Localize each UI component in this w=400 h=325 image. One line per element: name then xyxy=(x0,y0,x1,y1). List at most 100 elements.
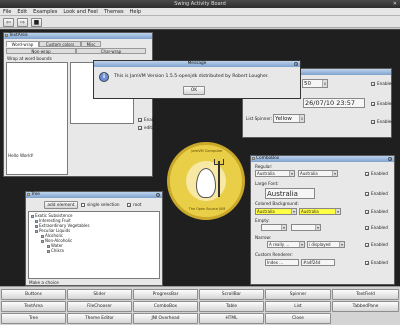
menu-edit[interactable]: Edit xyxy=(14,8,30,16)
narrow-combo-2[interactable]: i displayed ▾ xyxy=(307,241,345,248)
theme-editor-button[interactable]: Theme Editor xyxy=(67,313,132,324)
add-element-button[interactable]: add element xyxy=(44,201,78,209)
regular-combo-1[interactable]: Australia ▾ xyxy=(255,170,295,177)
forward-button[interactable]: ⇨ xyxy=(17,18,28,27)
chevron-down-icon[interactable]: ▾ xyxy=(315,225,320,230)
menu-help[interactable]: Help xyxy=(127,8,144,16)
single-selection-checkbox[interactable] xyxy=(81,203,85,207)
close-button[interactable]: Close xyxy=(265,313,331,324)
tree-node[interactable]: Chikra xyxy=(47,248,64,253)
filechooser-button[interactable]: FileChooser xyxy=(67,301,132,312)
ok-button[interactable]: OK xyxy=(183,86,205,95)
enabled-checkbox[interactable]: ✓ xyxy=(365,261,369,266)
textarea-button[interactable]: TextArea xyxy=(1,301,66,312)
enabled-checkbox[interactable]: ✓ xyxy=(365,172,369,177)
window-title-bar[interactable]: Tree × xyxy=(26,192,162,198)
enabled-checkbox[interactable]: ✓ xyxy=(365,226,369,231)
back-button[interactable]: ⇦ xyxy=(3,18,14,27)
root-checkbox[interactable]: ✓ xyxy=(127,203,131,208)
regular-combo-2[interactable]: Australia ▾ xyxy=(298,170,338,177)
enabled-checkbox[interactable]: ✓ xyxy=(138,118,142,123)
tabbedpane-button[interactable]: TabbedPane xyxy=(332,301,399,312)
combobox-button[interactable]: ComboBox xyxy=(133,301,198,312)
jamvm-logo: JamVM Computer The Open Source JVM xyxy=(167,142,245,220)
window-title: TextArea xyxy=(9,33,28,38)
window-title-bar[interactable]: ComboBox × xyxy=(251,156,394,162)
toolbar: ⇦ ⇨ ■ xyxy=(0,16,400,28)
enabled-checkbox[interactable]: ✓ xyxy=(365,192,369,197)
html-button[interactable]: HTML xyxy=(199,313,264,324)
menu-examples[interactable]: Examples xyxy=(30,8,60,16)
tab-word-wrap[interactable]: Word-wrap xyxy=(6,41,39,47)
empty-combo-2[interactable]: ▾ xyxy=(291,224,321,231)
enabled-label: Enabled xyxy=(377,119,394,124)
example-button-grid: Buttons Slider ProgressBar ScrollBar Spi… xyxy=(0,286,400,325)
spinner-button[interactable]: Spinner xyxy=(265,289,331,300)
chevron-down-icon[interactable]: ▾ xyxy=(281,225,286,230)
enabled-label: Enabled xyxy=(371,171,388,176)
narrow-combo-1[interactable]: A really ... ▾ xyxy=(267,241,305,248)
custom-combo-1[interactable]: Index ... xyxy=(265,259,299,266)
text-area[interactable]: Hello World! xyxy=(6,62,68,175)
message-dialog: Message × i This is JamVM Version 1.5.5-… xyxy=(93,60,301,99)
scrollbar-button[interactable]: ScrollBar xyxy=(199,289,264,300)
dialog-message: This is JamVM Version 1.5.5-openjdk dist… xyxy=(114,74,269,79)
tab-char-wrap[interactable]: Char-wrap xyxy=(76,48,146,54)
jni-overhead-button[interactable]: JNI Overhead xyxy=(133,313,198,324)
list-spinner[interactable]: Yellow ⇕ xyxy=(273,114,305,123)
mascot-icon xyxy=(196,168,216,198)
progressbar-button[interactable]: ProgressBar xyxy=(133,289,198,300)
window-title-bar[interactable]: TextArea xyxy=(4,33,152,39)
enabled-checkbox[interactable]: ✓ xyxy=(371,82,375,87)
date-spinner[interactable]: 26/07/10 23:57 xyxy=(303,98,365,108)
tree-view[interactable]: Exotic Subsistence Interesting Fruit Ext… xyxy=(28,211,160,279)
colored-combo-2-value: Australia xyxy=(301,209,319,214)
menu-themes[interactable]: Themes xyxy=(101,8,127,16)
large-font-combo[interactable]: Australia xyxy=(265,188,315,199)
enabled-checkbox[interactable]: ✓ xyxy=(371,102,375,107)
tab-non-wrap[interactable]: Non-wrap xyxy=(6,48,76,54)
slider-button[interactable]: Slider xyxy=(67,289,132,300)
wrap-header: Wrap at word bounds xyxy=(7,56,52,61)
menu-file[interactable]: File xyxy=(0,8,14,16)
tab-misc[interactable]: Misc xyxy=(81,41,101,47)
enabled-checkbox[interactable]: ✓ xyxy=(365,210,369,215)
spinner-arrows-icon[interactable]: ⇕ xyxy=(299,115,304,122)
colored-combo-1[interactable]: Australia ▾ xyxy=(255,208,297,215)
textfield-button[interactable]: TextField xyxy=(332,289,399,300)
desktop-pane: TextArea Word-wrap Custom colors Misc No… xyxy=(0,29,400,286)
chevron-down-icon[interactable]: ▾ xyxy=(335,209,340,214)
menu-look-and-feel[interactable]: Look and Feel xyxy=(60,8,100,16)
chevron-down-icon[interactable]: ▾ xyxy=(299,242,304,247)
window-icon xyxy=(5,34,8,37)
list-button[interactable]: List xyxy=(265,301,331,312)
spinner-arrows-icon[interactable]: ⇕ xyxy=(322,80,327,87)
chevron-down-icon[interactable]: ▾ xyxy=(339,242,344,247)
enabled-checkbox[interactable]: ✓ xyxy=(371,120,375,125)
dialog-title-bar[interactable]: Message × xyxy=(94,61,300,67)
enabled-checkbox[interactable]: ✓ xyxy=(365,243,369,248)
list-spinner-value: Yellow xyxy=(275,116,292,122)
editable-checkbox[interactable]: ✓ xyxy=(138,126,142,131)
number-spinner[interactable]: 50 ⇕ xyxy=(302,79,328,88)
close-icon[interactable]: × xyxy=(156,193,160,197)
regular-combo-1-value: Australia xyxy=(257,171,275,176)
table-button[interactable]: Table xyxy=(199,301,264,312)
close-icon[interactable]: ✕ xyxy=(393,1,397,7)
list-spinner-label: List Spinner: xyxy=(246,116,273,121)
close-icon[interactable]: × xyxy=(294,62,298,66)
chevron-down-icon[interactable]: ▾ xyxy=(291,209,296,214)
stop-button[interactable]: ■ xyxy=(31,18,42,27)
app-title: Swing Activity Board xyxy=(174,1,226,7)
close-icon[interactable]: × xyxy=(388,157,392,161)
chevron-down-icon[interactable]: ▾ xyxy=(289,171,294,176)
menu-bar: File Edit Examples Look and Feel Themes Help xyxy=(0,8,400,16)
tab-custom-colors[interactable]: Custom colors xyxy=(39,41,81,47)
buttons-button[interactable]: Buttons xyxy=(1,289,66,300)
custom-combo-2[interactable]: #a4f24d xyxy=(301,259,335,266)
colored-combo-2[interactable]: Australia ▾ xyxy=(299,208,341,215)
chevron-down-icon[interactable]: ▾ xyxy=(332,171,337,176)
narrow-label: Narrow: xyxy=(255,235,272,240)
empty-combo-1[interactable]: ▾ xyxy=(261,224,287,231)
tree-button[interactable]: Tree xyxy=(1,313,66,324)
